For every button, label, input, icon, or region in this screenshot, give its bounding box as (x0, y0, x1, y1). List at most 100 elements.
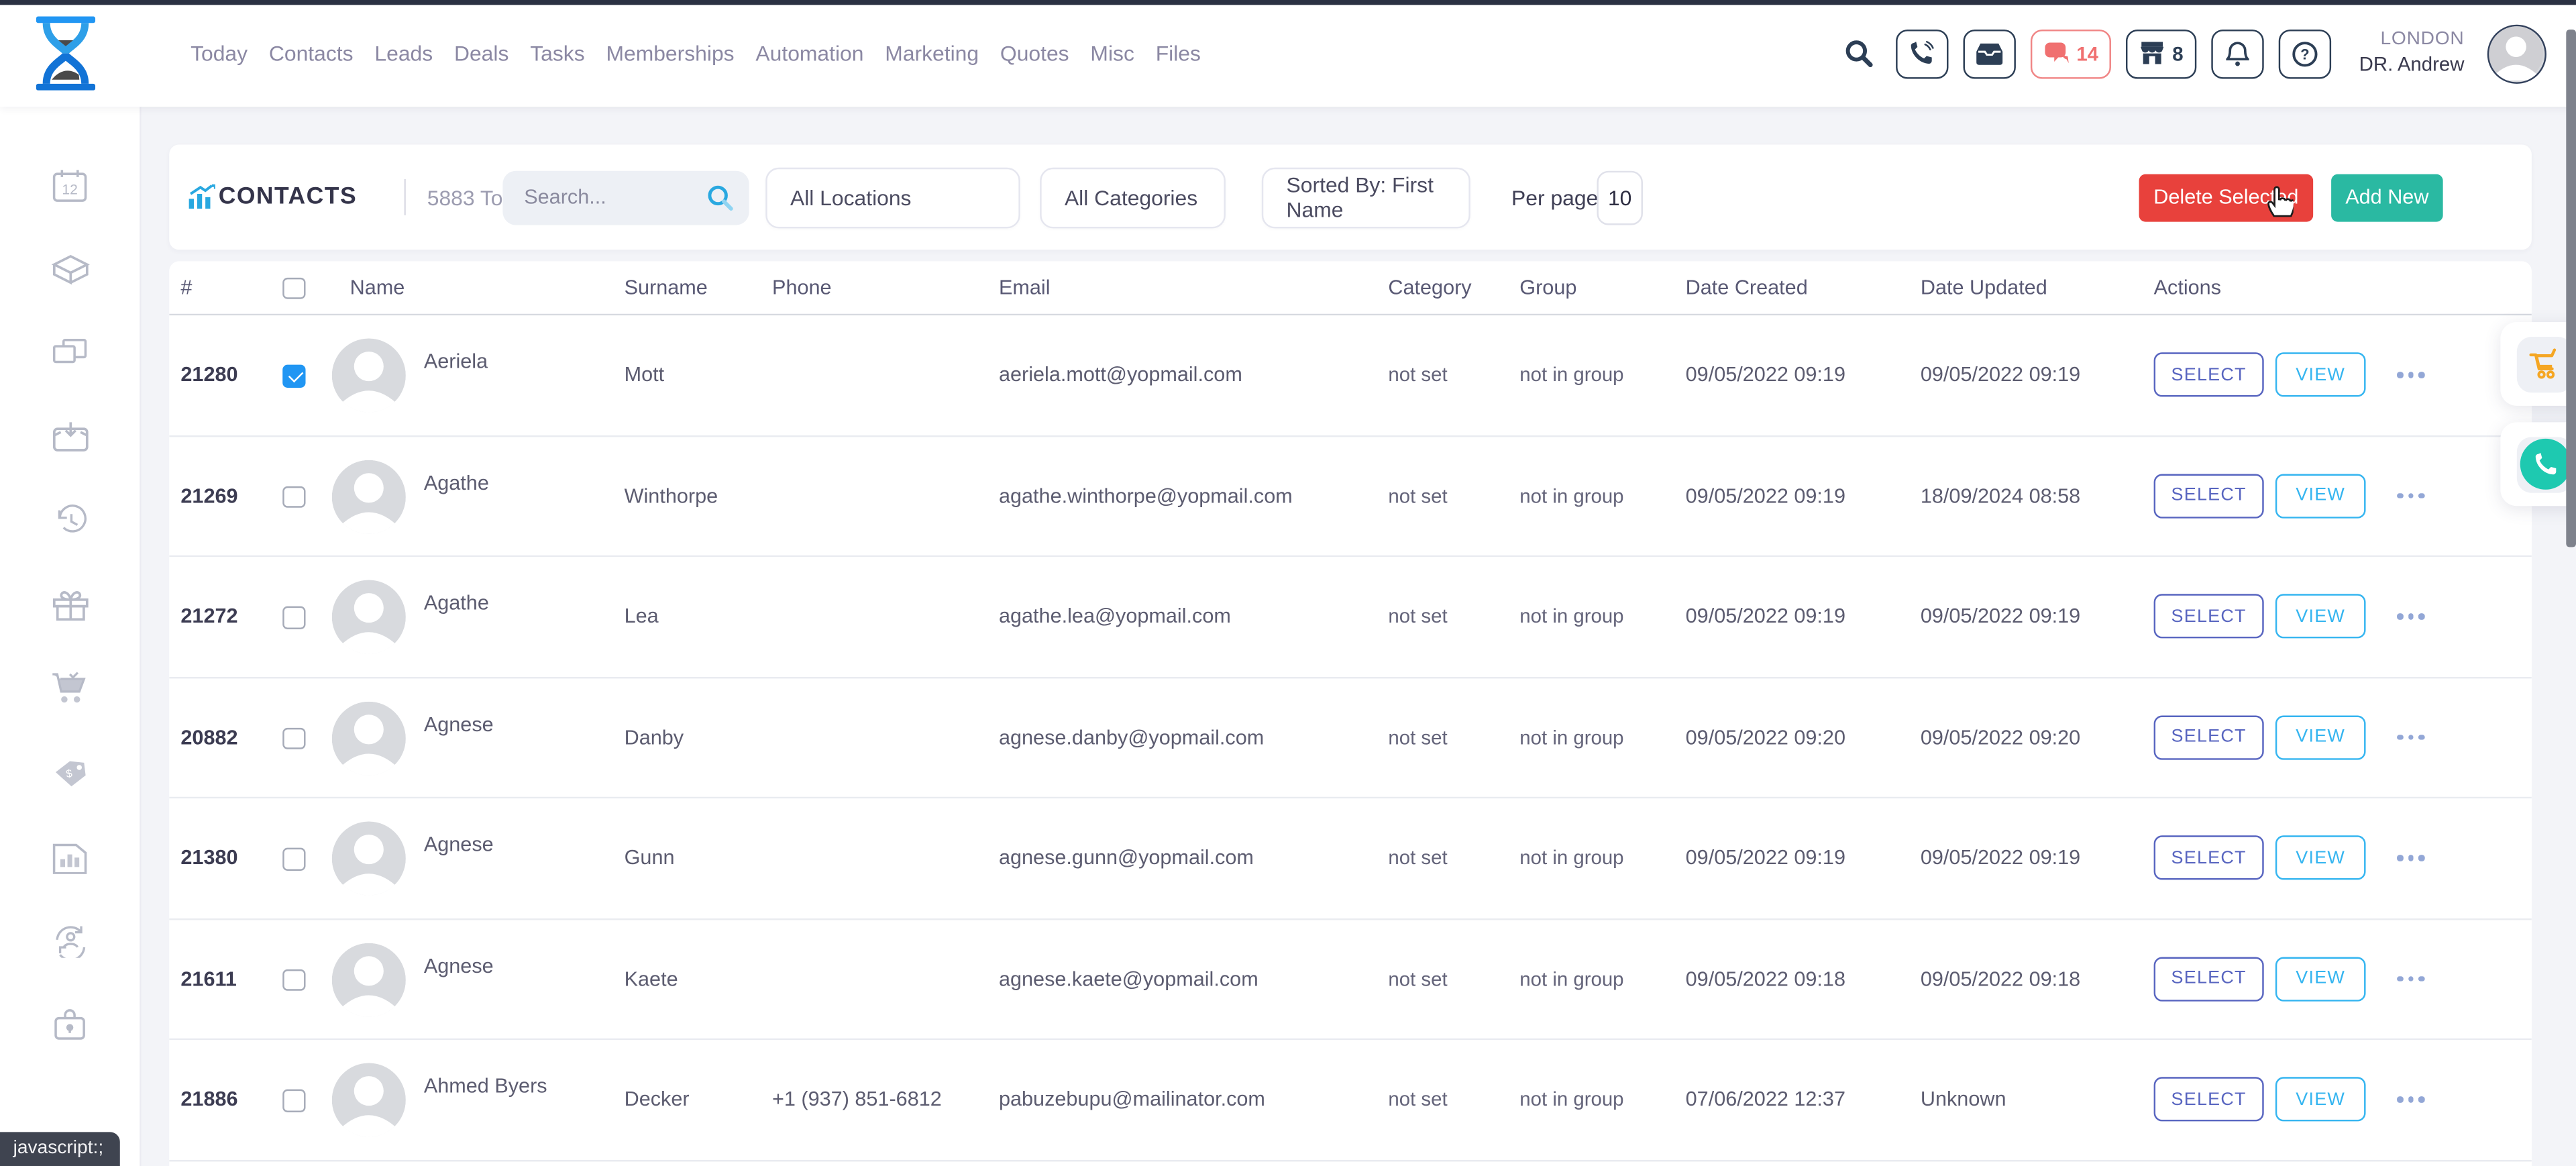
select-button[interactable]: SELECT (2154, 474, 2264, 518)
select-button[interactable]: SELECT (2154, 957, 2264, 1001)
nav-item-marketing[interactable]: Marketing (885, 41, 979, 66)
cart-widget-button[interactable] (2517, 336, 2573, 392)
nav-item-contacts[interactable]: Contacts (269, 41, 354, 66)
user-name: DR. Andrew (2359, 53, 2465, 78)
sidebar-item-reports[interactable] (50, 837, 90, 876)
user-avatar[interactable] (2487, 24, 2546, 83)
categories-select[interactable]: All Categories (1040, 167, 1226, 228)
table-row: 21272 Agathe Lea agathe.lea@yopmail.com … (169, 557, 2532, 678)
sidebar-item-pricing[interactable]: $ (50, 753, 90, 792)
phone-icon (1910, 41, 1935, 66)
row-menu-button[interactable] (2390, 366, 2430, 384)
view-button[interactable]: VIEW (2275, 474, 2366, 518)
table-row: 20882 Agnese Danby agnese.danby@yopmail.… (169, 678, 2532, 798)
view-button[interactable]: VIEW (2275, 836, 2366, 880)
select-button[interactable]: SELECT (2154, 1077, 2264, 1122)
contact-email: aeriela.mott@yopmail.com (999, 364, 1242, 386)
sort-select[interactable]: Sorted By: First Name (1262, 167, 1470, 228)
search-button[interactable] (1843, 38, 1875, 69)
contact-group: not in group (1519, 847, 1623, 869)
nav-item-leads[interactable]: Leads (374, 41, 433, 66)
nav-item-quotes[interactable]: Quotes (1000, 41, 1069, 66)
row-menu-button[interactable] (2390, 607, 2430, 626)
nav-item-today[interactable]: Today (191, 41, 248, 66)
contact-email: pabuzebupu@mailinator.com (999, 1088, 1265, 1111)
contact-id: 21380 (180, 847, 237, 869)
view-button[interactable]: VIEW (2275, 715, 2366, 759)
contact-date-updated: 09/05/2022 09:20 (1921, 726, 2080, 749)
help-button[interactable]: ? (2279, 29, 2331, 78)
row-checkbox[interactable] (282, 848, 305, 870)
phone-widget-button[interactable] (2517, 436, 2573, 492)
sidebar-item-duplicates[interactable] (50, 333, 90, 373)
select-button[interactable]: SELECT (2154, 594, 2264, 639)
row-checkbox[interactable] (282, 606, 305, 629)
nav-item-tasks[interactable]: Tasks (530, 41, 584, 66)
inbox-button[interactable] (1963, 29, 2015, 78)
add-new-button[interactable]: Add New (2331, 173, 2443, 221)
contact-email: agathe.lea@yopmail.com (999, 605, 1231, 628)
delete-selected-button[interactable]: Delete Selected (2139, 173, 2314, 221)
nav-item-misc[interactable]: Misc (1090, 41, 1134, 66)
avatar-person-icon (332, 338, 406, 412)
contact-surname: Lea (625, 605, 659, 628)
nav-item-deals[interactable]: Deals (454, 41, 508, 66)
sidebar-item-orders[interactable] (50, 669, 90, 708)
sidebar-item-history[interactable] (50, 501, 90, 541)
contacts-search (502, 170, 749, 224)
view-button[interactable]: VIEW (2275, 957, 2366, 1001)
sidebar-item-calendar[interactable]: 12 (50, 166, 90, 205)
row-menu-button[interactable] (2390, 728, 2430, 747)
select-button[interactable]: SELECT (2154, 715, 2264, 759)
phone-calls-button[interactable] (1896, 29, 1948, 78)
avatar-person-icon (2489, 25, 2543, 80)
nav-item-files[interactable]: Files (1156, 41, 1201, 66)
per-page-input[interactable]: 10 (1597, 170, 1643, 224)
store-button[interactable]: 8 (2127, 29, 2197, 78)
row-checkbox[interactable] (282, 727, 305, 749)
select-button[interactable]: SELECT (2154, 836, 2264, 880)
contact-surname: Mott (625, 364, 665, 386)
view-button[interactable]: VIEW (2275, 594, 2366, 639)
page-scrollbar[interactable] (2565, 30, 2576, 547)
row-checkbox[interactable] (282, 969, 305, 991)
sidebar-item-security[interactable] (50, 1004, 90, 1043)
contact-date-created: 09/05/2022 09:19 (1686, 484, 1845, 507)
locations-select[interactable]: All Locations (765, 167, 1020, 228)
sidebar-item-import[interactable] (50, 417, 90, 457)
contact-group: not in group (1519, 1088, 1623, 1111)
contact-group: not in group (1519, 364, 1623, 386)
notifications-button[interactable] (2211, 29, 2263, 78)
contact-email: agathe.winthorpe@yopmail.com (999, 484, 1293, 507)
contact-avatar (332, 942, 406, 1016)
select-button[interactable]: SELECT (2154, 353, 2264, 397)
user-info[interactable]: LONDON DR. Andrew (2359, 28, 2465, 78)
view-button[interactable]: VIEW (2275, 1077, 2366, 1122)
lock-case-icon (51, 1006, 89, 1041)
contact-category: not set (1388, 364, 1447, 386)
messages-button[interactable]: 14 (2031, 29, 2112, 78)
contact-category: not set (1388, 726, 1447, 749)
gift-icon (50, 586, 90, 623)
nav-item-memberships[interactable]: Memberships (606, 41, 734, 66)
contact-category: not set (1388, 847, 1447, 869)
row-checkbox[interactable] (282, 365, 305, 387)
view-button[interactable]: VIEW (2275, 353, 2366, 397)
nav-item-automation[interactable]: Automation (755, 41, 863, 66)
brand-logo[interactable] (33, 16, 99, 90)
header-id: # (180, 261, 192, 315)
avatar-person-icon (332, 459, 406, 533)
contact-avatar (332, 1063, 406, 1136)
contact-category: not set (1388, 1088, 1447, 1111)
row-menu-button[interactable] (2390, 1090, 2430, 1109)
sidebar-item-rewards[interactable] (50, 585, 90, 625)
sidebar-item-account-sync[interactable] (50, 920, 90, 959)
row-menu-button[interactable] (2390, 486, 2430, 505)
store-icon (2139, 41, 2165, 66)
select-all-checkbox[interactable] (282, 277, 305, 299)
row-menu-button[interactable] (2390, 849, 2430, 867)
row-checkbox[interactable] (282, 1090, 305, 1112)
row-menu-button[interactable] (2390, 969, 2430, 988)
row-checkbox[interactable] (282, 486, 305, 508)
sidebar-item-packages[interactable] (50, 250, 90, 289)
